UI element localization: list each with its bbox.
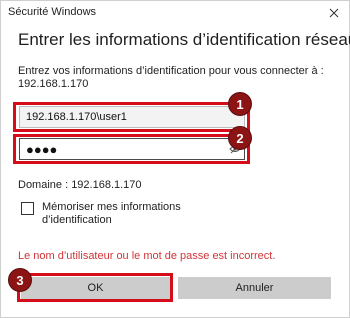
close-button[interactable] — [325, 4, 343, 22]
domain-label: Domaine : 192.168.1.170 — [18, 179, 142, 191]
title-bar: Sécurité Windows — [1, 1, 349, 25]
ok-button[interactable]: OK — [21, 277, 170, 299]
error-message: Le nom d’utilisateur ou le mot de passe … — [18, 250, 276, 262]
step-badge-1: 1 — [228, 92, 252, 116]
dialog-description: Entrez vos informations d’identification… — [18, 65, 324, 90]
password-value: ●●●● — [26, 141, 58, 157]
step-badge-2: 2 — [228, 126, 252, 150]
username-value: 192.168.1.170\user1 — [26, 111, 127, 123]
remember-label[interactable]: Mémoriser mes informations d’identificat… — [42, 201, 202, 227]
window-title: Sécurité Windows — [8, 6, 97, 18]
credential-dialog: Sécurité Windows Entrer les informations… — [0, 0, 350, 318]
remember-checkbox[interactable] — [21, 202, 34, 215]
close-icon — [329, 8, 339, 18]
dialog-heading: Entrer les informations d’identification… — [18, 30, 350, 49]
username-input[interactable]: 192.168.1.170\user1 — [19, 106, 245, 128]
cancel-button[interactable]: Annuler — [178, 277, 331, 299]
password-input[interactable]: ●●●● — [19, 138, 245, 160]
step-badge-3: 3 — [8, 268, 32, 292]
